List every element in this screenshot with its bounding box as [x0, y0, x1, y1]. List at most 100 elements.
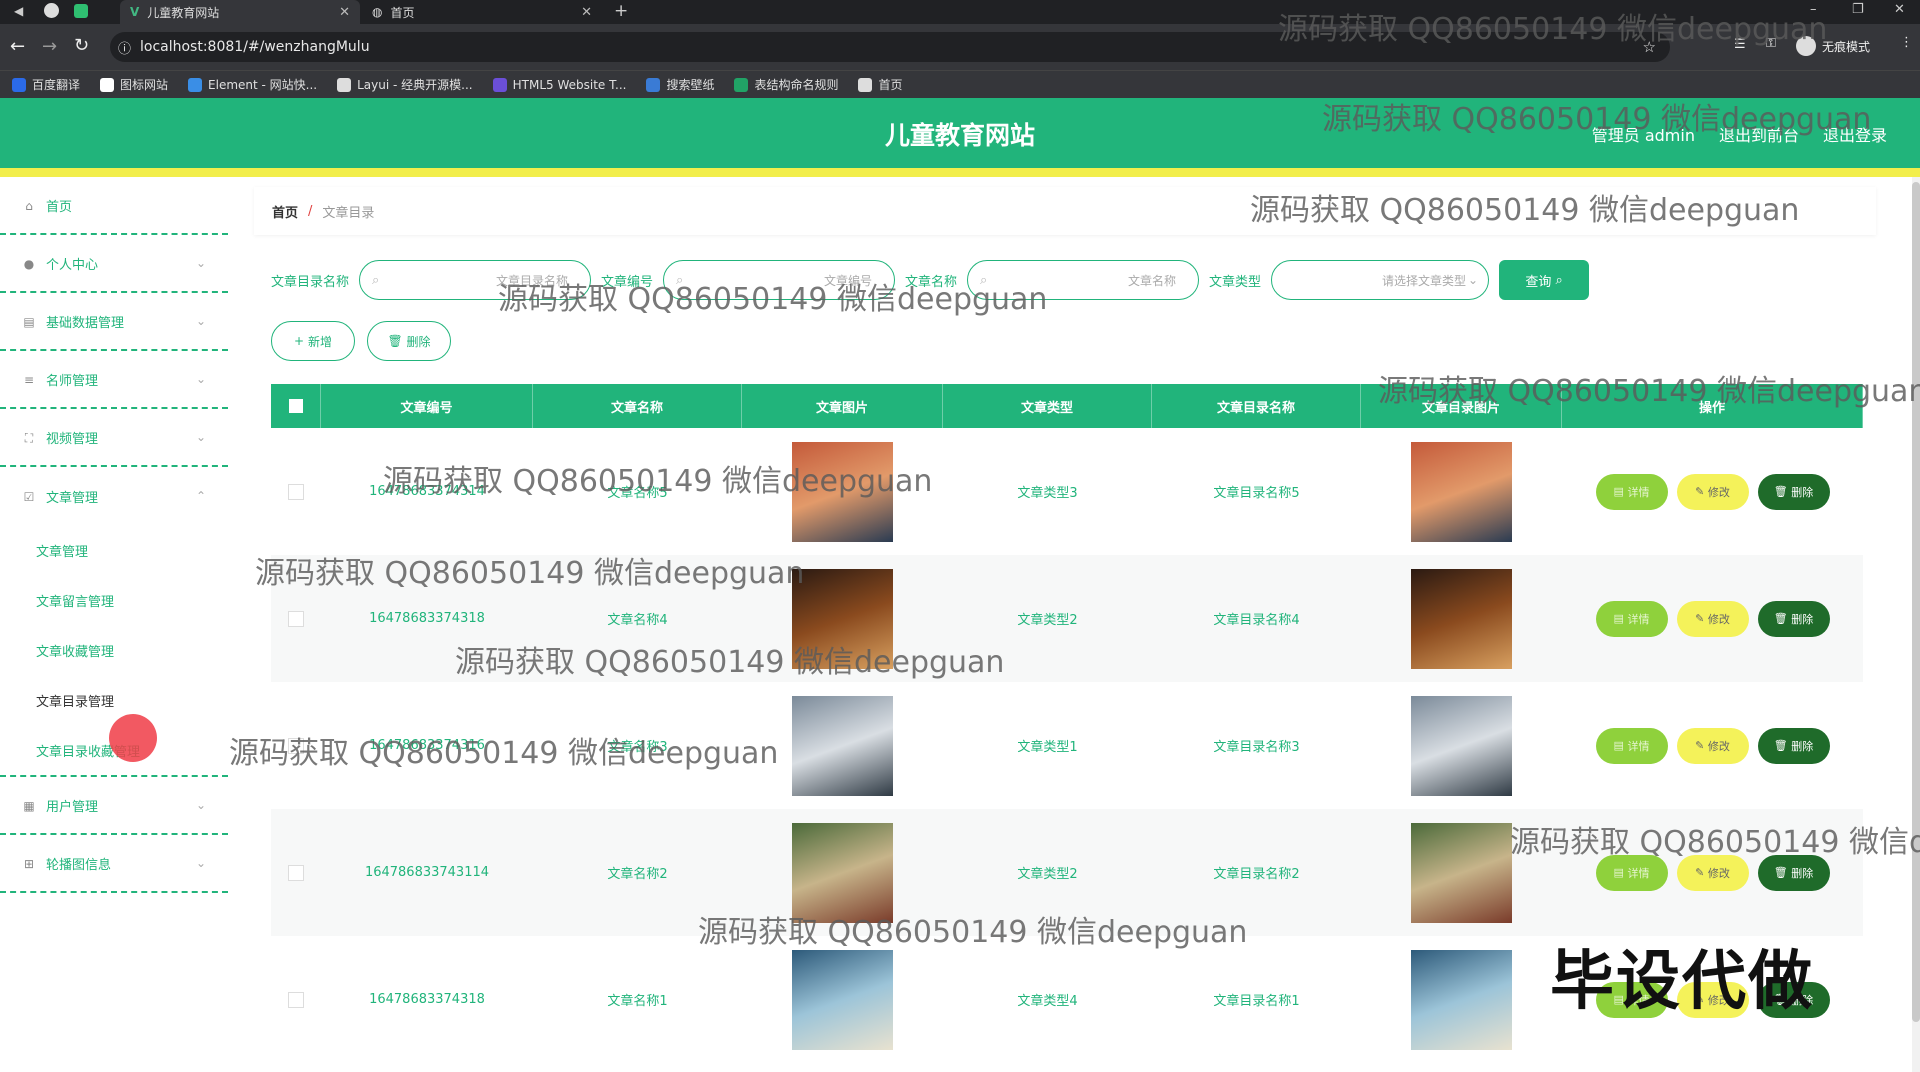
- sidebar-subitem[interactable]: 文章目录管理: [0, 675, 228, 725]
- batch-delete-button[interactable]: 🗑 删除: [367, 321, 451, 361]
- url-bar[interactable]: ⓘ localhost:8081/#/wenzhangMulu ☆: [110, 32, 1670, 62]
- row-checkbox[interactable]: [288, 864, 304, 881]
- bookmark-item[interactable]: Layui - 经典开源模...: [337, 76, 473, 93]
- select-cell: [271, 936, 321, 1063]
- sidebar-subitem[interactable]: 文章留言管理: [0, 575, 228, 625]
- bookmark-item[interactable]: 百度翻译: [12, 76, 80, 93]
- search-icon: ⌕: [372, 272, 380, 288]
- sidebar-item-11[interactable]: ⊞ 轮播图信息 ⌄: [0, 835, 228, 893]
- edit-button[interactable]: ✎ 修改: [1676, 854, 1749, 891]
- bookmark-item[interactable]: 表结构命名规则: [734, 76, 838, 93]
- column-header: 文章名称: [533, 384, 742, 428]
- profile-label[interactable]: 无痕模式: [1822, 38, 1870, 55]
- app-icon[interactable]: [74, 4, 88, 18]
- bookmark-item[interactable]: 搜索壁纸: [646, 76, 714, 93]
- key-icon[interactable]: ⚿: [1766, 36, 1776, 51]
- operations-cell: ▤ 详情 ✎ 修改 🗑 删除: [1562, 809, 1863, 936]
- sidebar-item-3[interactable]: ≡ 名师管理 ⌄: [0, 351, 228, 409]
- sidebar-item-1[interactable]: ● 个人中心 ⌄: [0, 235, 228, 293]
- search-icon: ⌕: [980, 272, 988, 288]
- pencil-icon: ✎: [1695, 866, 1705, 879]
- edit-button[interactable]: ✎ 修改: [1676, 600, 1749, 637]
- window-restore-icon[interactable]: ❐: [1852, 2, 1864, 17]
- row-checkbox[interactable]: [288, 991, 304, 1008]
- add-button[interactable]: + 新增: [271, 321, 355, 361]
- more-icon[interactable]: ⋮: [1900, 35, 1913, 50]
- edit-button[interactable]: ✎ 修改: [1676, 473, 1749, 510]
- select-all-checkbox[interactable]: [288, 399, 303, 413]
- sidebar-item-5[interactable]: ☑ 文章管理 ⌃: [0, 467, 228, 525]
- sidebar-item-4[interactable]: ⛶ 视频管理 ⌄: [0, 409, 228, 467]
- dir-name-input[interactable]: ⌕ 文章目录名称: [359, 260, 592, 300]
- action-bar: + 新增 🗑 删除: [271, 321, 451, 361]
- close-icon[interactable]: ✕: [339, 5, 350, 20]
- article-type-cell: 文章类型2: [1017, 867, 1078, 882]
- sidebar-item-2[interactable]: ▤ 基础数据管理 ⌄: [0, 293, 228, 351]
- detail-button[interactable]: ▤ 详情: [1595, 473, 1668, 510]
- detail-button[interactable]: ▤ 详情: [1595, 600, 1668, 637]
- address-bar-row: ← → ↻ ⓘ localhost:8081/#/wenzhangMulu ☆ …: [0, 24, 1920, 70]
- article-no-input[interactable]: ⌕ 文章编号: [663, 260, 896, 300]
- dir-name-cell: 文章目录名称3: [1213, 740, 1300, 755]
- edit-button[interactable]: ✎ 修改: [1676, 727, 1749, 764]
- chrome-icon[interactable]: [44, 3, 59, 18]
- mute-icon[interactable]: ◀: [14, 4, 23, 18]
- to-front-link[interactable]: 退出到前台: [1719, 122, 1799, 146]
- scrollbar-thumb[interactable]: [1912, 182, 1920, 1022]
- article-no-cell: 164786833743114: [364, 865, 490, 880]
- sidebar-subitem[interactable]: 文章管理: [0, 525, 228, 575]
- accent-bar: [0, 168, 1920, 177]
- article-image-cell: [742, 682, 943, 809]
- new-tab-button[interactable]: +: [614, 1, 628, 21]
- bookmark-item[interactable]: Element - 网站快...: [188, 76, 317, 93]
- window-minimize-icon[interactable]: –: [1810, 2, 1817, 17]
- delete-button[interactable]: 🗑 删除: [1757, 727, 1830, 764]
- bookmark-item[interactable]: 图标网站: [100, 76, 168, 93]
- row-checkbox[interactable]: [288, 610, 304, 627]
- delete-button[interactable]: 🗑 删除: [1757, 600, 1830, 637]
- close-icon[interactable]: ✕: [581, 5, 592, 20]
- table-row: 16478683374318 文章名称4 文章类型2 文章目录名称4 ▤ 详情 ✎ 修改 🗑…: [271, 555, 1863, 682]
- forward-icon[interactable]: →: [42, 36, 57, 57]
- incognito-avatar[interactable]: [1796, 36, 1816, 56]
- article-name-input[interactable]: ⌕ 文章名称: [967, 260, 1200, 300]
- bookmark-label: Element - 网站快...: [208, 78, 318, 92]
- back-icon[interactable]: ←: [10, 36, 25, 57]
- bookmark-star-icon[interactable]: ☆: [1643, 38, 1656, 56]
- tab-active[interactable]: V 儿童教育网站 ✕: [120, 0, 360, 24]
- tab-inactive[interactable]: ◍ 首页 ✕: [362, 0, 602, 24]
- trash-icon: 🗑: [1773, 739, 1788, 752]
- window-close-icon[interactable]: ✕: [1894, 2, 1905, 17]
- doc-icon: ▤: [1613, 866, 1624, 879]
- logout-link[interactable]: 退出登录: [1823, 122, 1887, 146]
- delete-button[interactable]: 🗑 删除: [1757, 473, 1830, 510]
- thumbnail-image: [792, 568, 893, 669]
- op-label: 删除: [1791, 866, 1814, 880]
- pencil-icon: ✎: [1695, 739, 1705, 752]
- row-checkbox[interactable]: [288, 737, 304, 754]
- detail-button[interactable]: ▤ 详情: [1595, 854, 1668, 891]
- bookmark-icon: [100, 77, 115, 92]
- article-no-cell: 16478683374316: [369, 738, 485, 753]
- column-header: 文章图片: [742, 384, 943, 428]
- sidebar-item-10[interactable]: ▦ 用户管理 ⌄: [0, 777, 228, 835]
- sidebar-item-0[interactable]: ⌂ 首页: [0, 177, 228, 235]
- reading-list-icon[interactable]: ☰: [1734, 37, 1746, 52]
- breadcrumb-home[interactable]: 首页: [272, 202, 298, 221]
- article-type-select[interactable]: 请选择文章类型 ⌄: [1271, 260, 1490, 300]
- delete-button[interactable]: 🗑 删除: [1757, 854, 1830, 891]
- bookmark-item[interactable]: HTML5 Website T...: [492, 77, 626, 92]
- thumbnail-image: [792, 822, 893, 923]
- detail-button[interactable]: ▤ 详情: [1595, 727, 1668, 764]
- dir-image-cell: [1361, 428, 1562, 555]
- bookmark-item[interactable]: 首页: [858, 76, 903, 93]
- row-checkbox[interactable]: [288, 483, 304, 500]
- bookmark-icon: [188, 77, 203, 92]
- query-button[interactable]: 查询 ⌕: [1499, 260, 1590, 300]
- column-header: 文章类型: [943, 384, 1152, 428]
- reload-icon[interactable]: ↻: [74, 35, 89, 56]
- dir-name-cell: 文章目录名称2: [1213, 867, 1300, 882]
- article-image-cell: [742, 809, 943, 936]
- sidebar-subitem[interactable]: 文章收藏管理: [0, 625, 228, 675]
- operations-group: ▤ 详情 ✎ 修改 🗑 删除: [1595, 727, 1830, 764]
